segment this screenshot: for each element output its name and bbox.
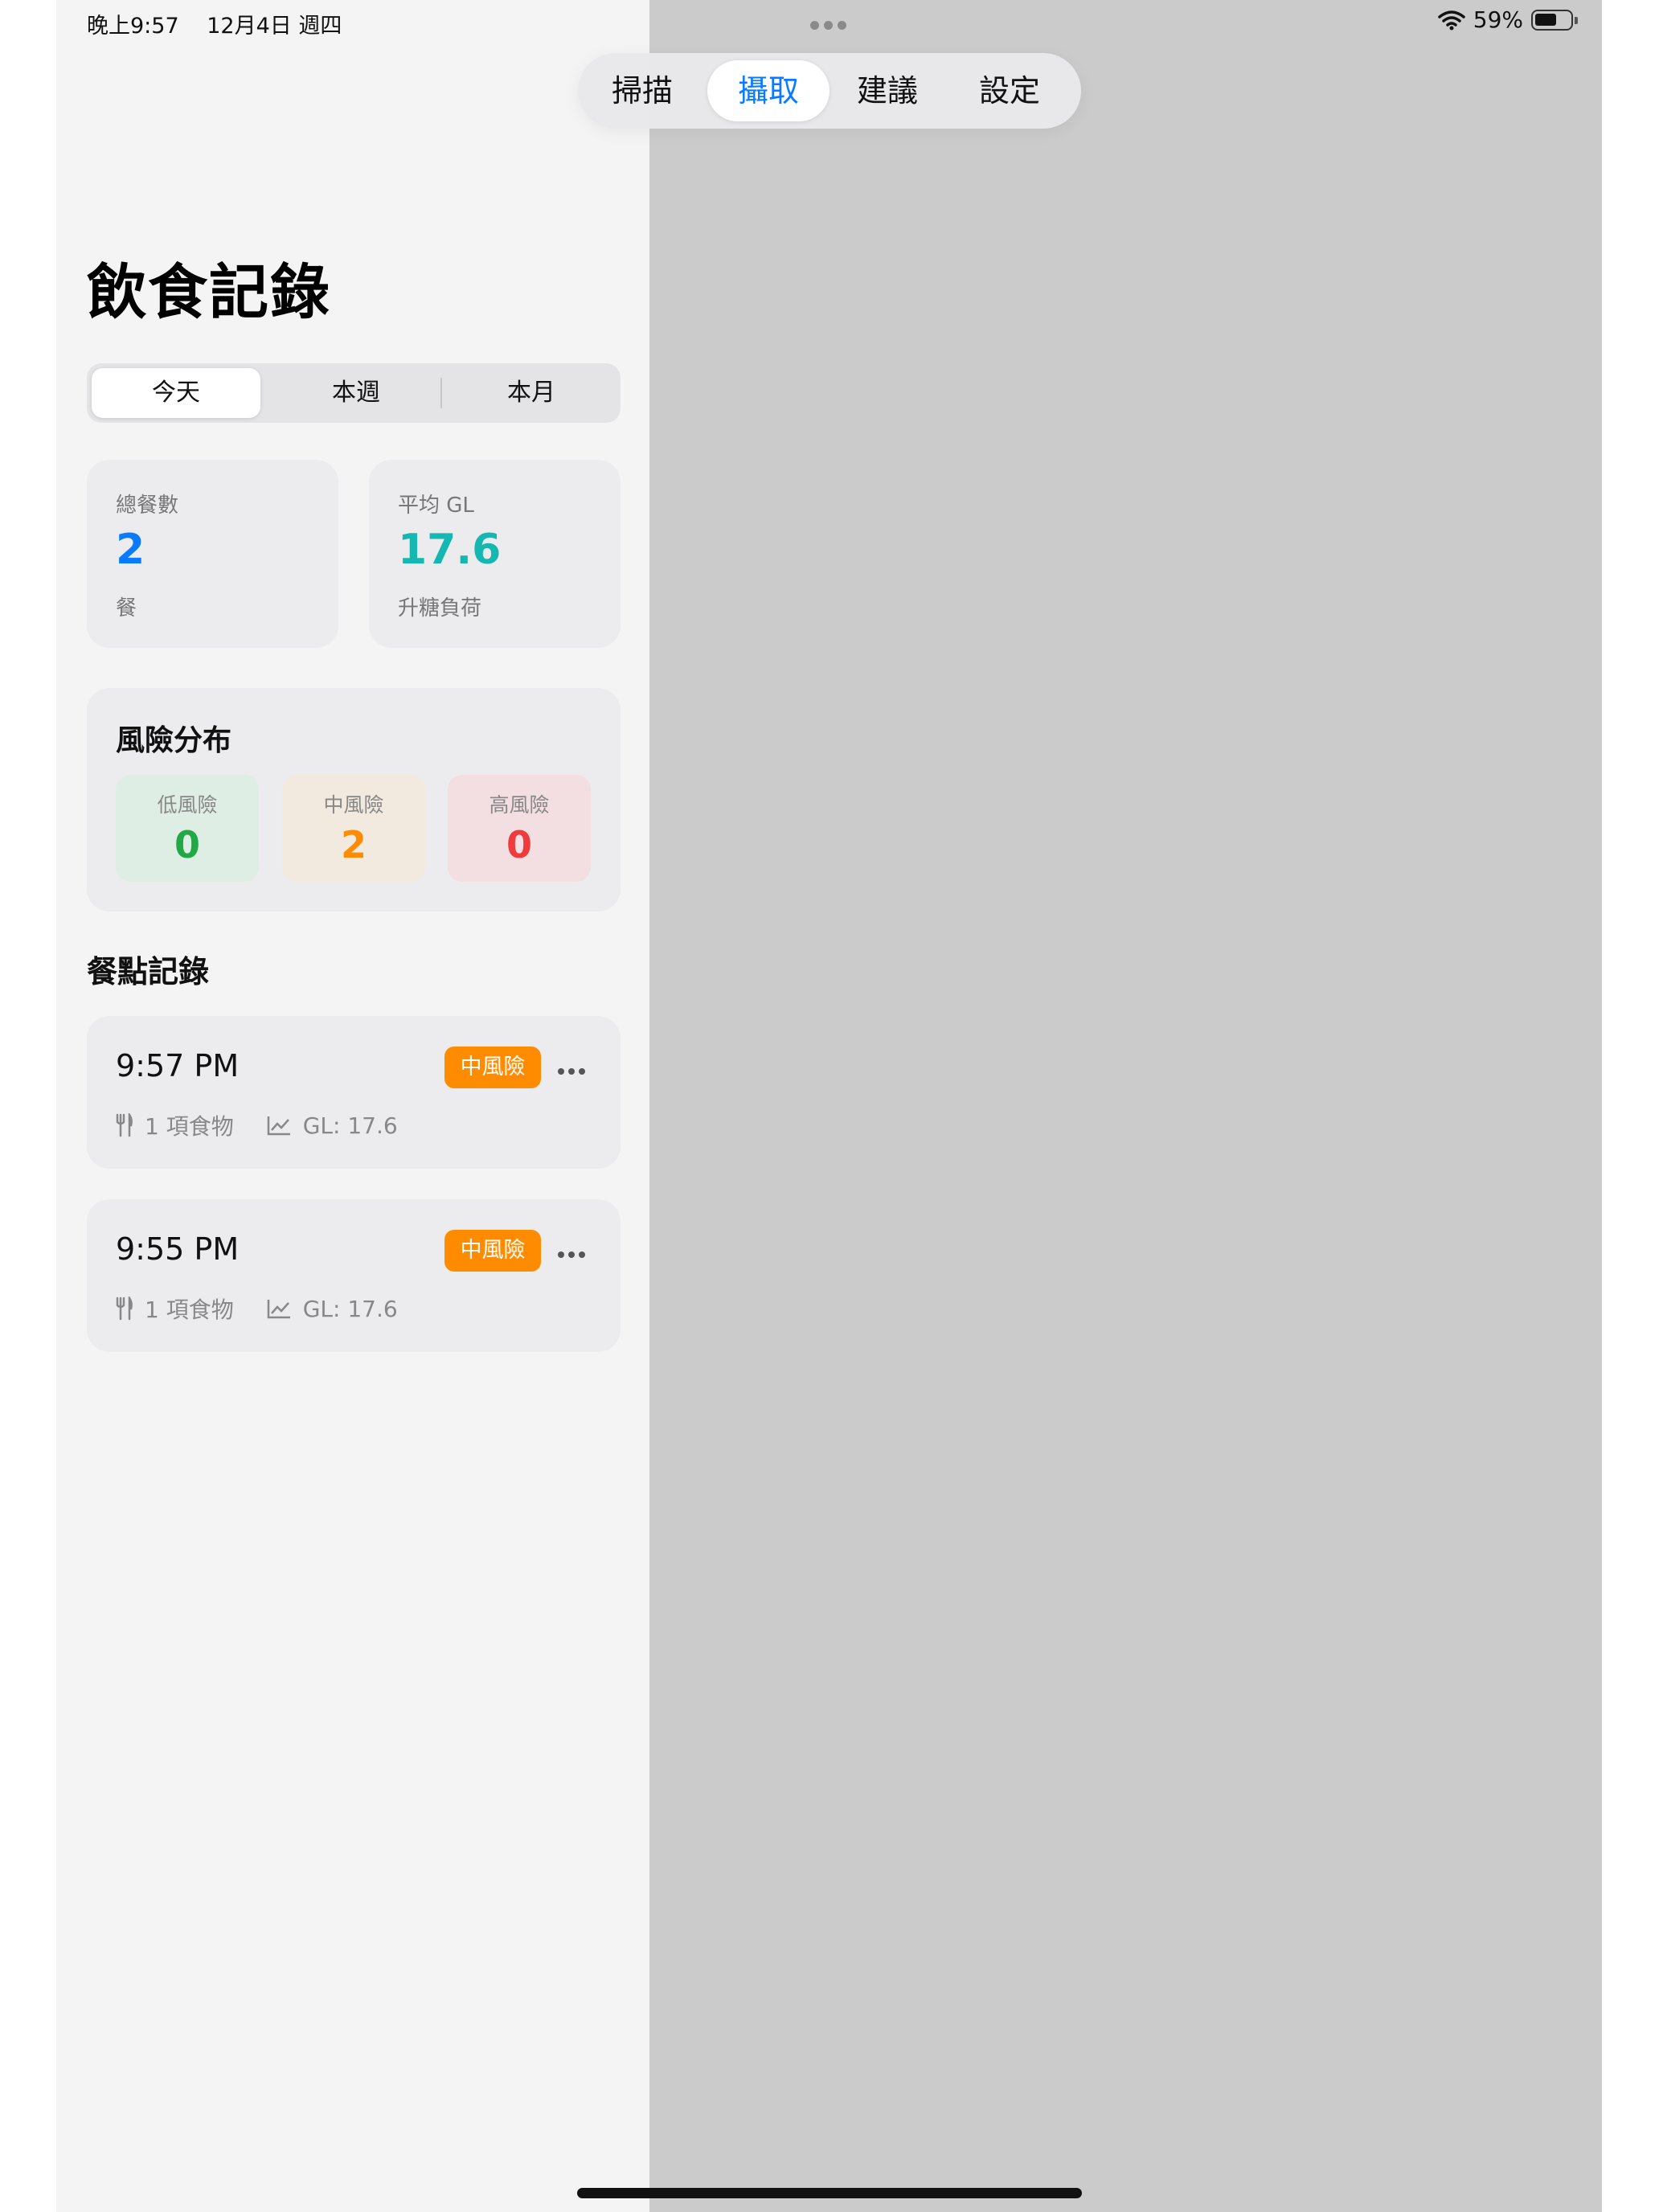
segment-divider	[440, 378, 442, 408]
meals-section-title: 餐點記錄	[87, 954, 210, 989]
meal-row[interactable]: 9:55 PM 中風險 1 項食物 GL: 17.6	[87, 1199, 621, 1352]
tab-intake[interactable]: 攝取	[707, 60, 830, 121]
risk-medium-value: 2	[340, 823, 367, 866]
meal-row[interactable]: 9:57 PM 中風險 1 項食物 GL: 17.6	[87, 1016, 621, 1169]
chart-line-icon	[267, 1116, 290, 1136]
risk-high-tile: 高風險 0	[448, 775, 591, 882]
risk-distribution-title: 風險分布	[116, 724, 232, 757]
ipad-screen: 晚上9:57 12月4日 週四 飲食記錄 今天 本週 本月 總餐數 2 餐 平均…	[56, 0, 1602, 2212]
status-time: 晚上9:57	[87, 14, 179, 39]
ellipsis-icon[interactable]	[558, 1246, 590, 1258]
segment-month[interactable]: 本月	[447, 368, 616, 418]
tab-suggestions[interactable]: 建議	[839, 60, 936, 121]
battery-icon	[1531, 9, 1578, 31]
home-indicator[interactable]	[577, 2188, 1082, 2198]
risk-badge: 中風險	[444, 1230, 541, 1272]
sidebar-panel: 晚上9:57 12月4日 週四 飲食記錄 今天 本週 本月 總餐數 2 餐 平均…	[56, 0, 649, 2212]
segment-today[interactable]: 今天	[92, 368, 260, 418]
meal-meta: 1 項食物 GL: 17.6	[116, 1292, 398, 1325]
time-range-segmented-control[interactable]: 今天 本週 本月	[87, 363, 621, 423]
meal-time: 9:55 PM	[116, 1231, 240, 1267]
meal-gl: GL: 17.6	[302, 1295, 398, 1322]
status-date: 12月4日 週四	[207, 14, 342, 39]
ellipsis-icon[interactable]	[558, 1063, 590, 1075]
total-meals-label: 總餐數	[116, 494, 179, 518]
tab-settings[interactable]: 設定	[961, 60, 1058, 121]
battery-percent: 59%	[1473, 6, 1523, 33]
risk-medium-label: 中風險	[323, 793, 384, 817]
total-meals-unit: 餐	[116, 596, 137, 621]
meal-food-count: 1 項食物	[145, 1113, 234, 1140]
avg-gl-value: 17.6	[398, 526, 502, 574]
risk-medium-tile: 中風險 2	[282, 775, 425, 882]
total-meals-value: 2	[116, 526, 145, 574]
chart-line-icon	[267, 1300, 290, 1319]
avg-gl-card: 平均 GL 17.6 升糖負荷	[369, 460, 621, 648]
status-time-date: 晚上9:57 12月4日 週四	[87, 8, 363, 39]
multitasking-dots-icon[interactable]	[810, 18, 855, 30]
risk-low-value: 0	[174, 823, 200, 866]
meal-food-count: 1 項食物	[145, 1296, 234, 1323]
meal-meta: 1 項食物 GL: 17.6	[116, 1109, 398, 1141]
meal-gl: GL: 17.6	[302, 1112, 398, 1139]
risk-badge: 中風險	[444, 1047, 541, 1088]
risk-high-value: 0	[506, 823, 532, 866]
top-tab-bar: 掃描 攝取 建議 設定	[578, 53, 1081, 129]
risk-low-label: 低風險	[157, 793, 218, 817]
avg-gl-label: 平均 GL	[398, 494, 474, 518]
risk-high-label: 高風險	[489, 793, 550, 817]
avg-gl-unit: 升糖負荷	[398, 596, 482, 621]
tab-scan[interactable]: 掃描	[594, 60, 690, 121]
fork-knife-icon	[116, 1113, 133, 1137]
segment-week[interactable]: 本週	[272, 368, 440, 418]
page-title: 飲食記錄	[87, 258, 331, 327]
total-meals-card: 總餐數 2 餐	[87, 460, 338, 648]
risk-low-tile: 低風險 0	[116, 775, 259, 882]
fork-knife-icon	[116, 1296, 133, 1321]
meal-time: 9:57 PM	[116, 1048, 240, 1083]
status-right: 59%	[1438, 6, 1578, 33]
wifi-icon	[1438, 10, 1465, 30]
